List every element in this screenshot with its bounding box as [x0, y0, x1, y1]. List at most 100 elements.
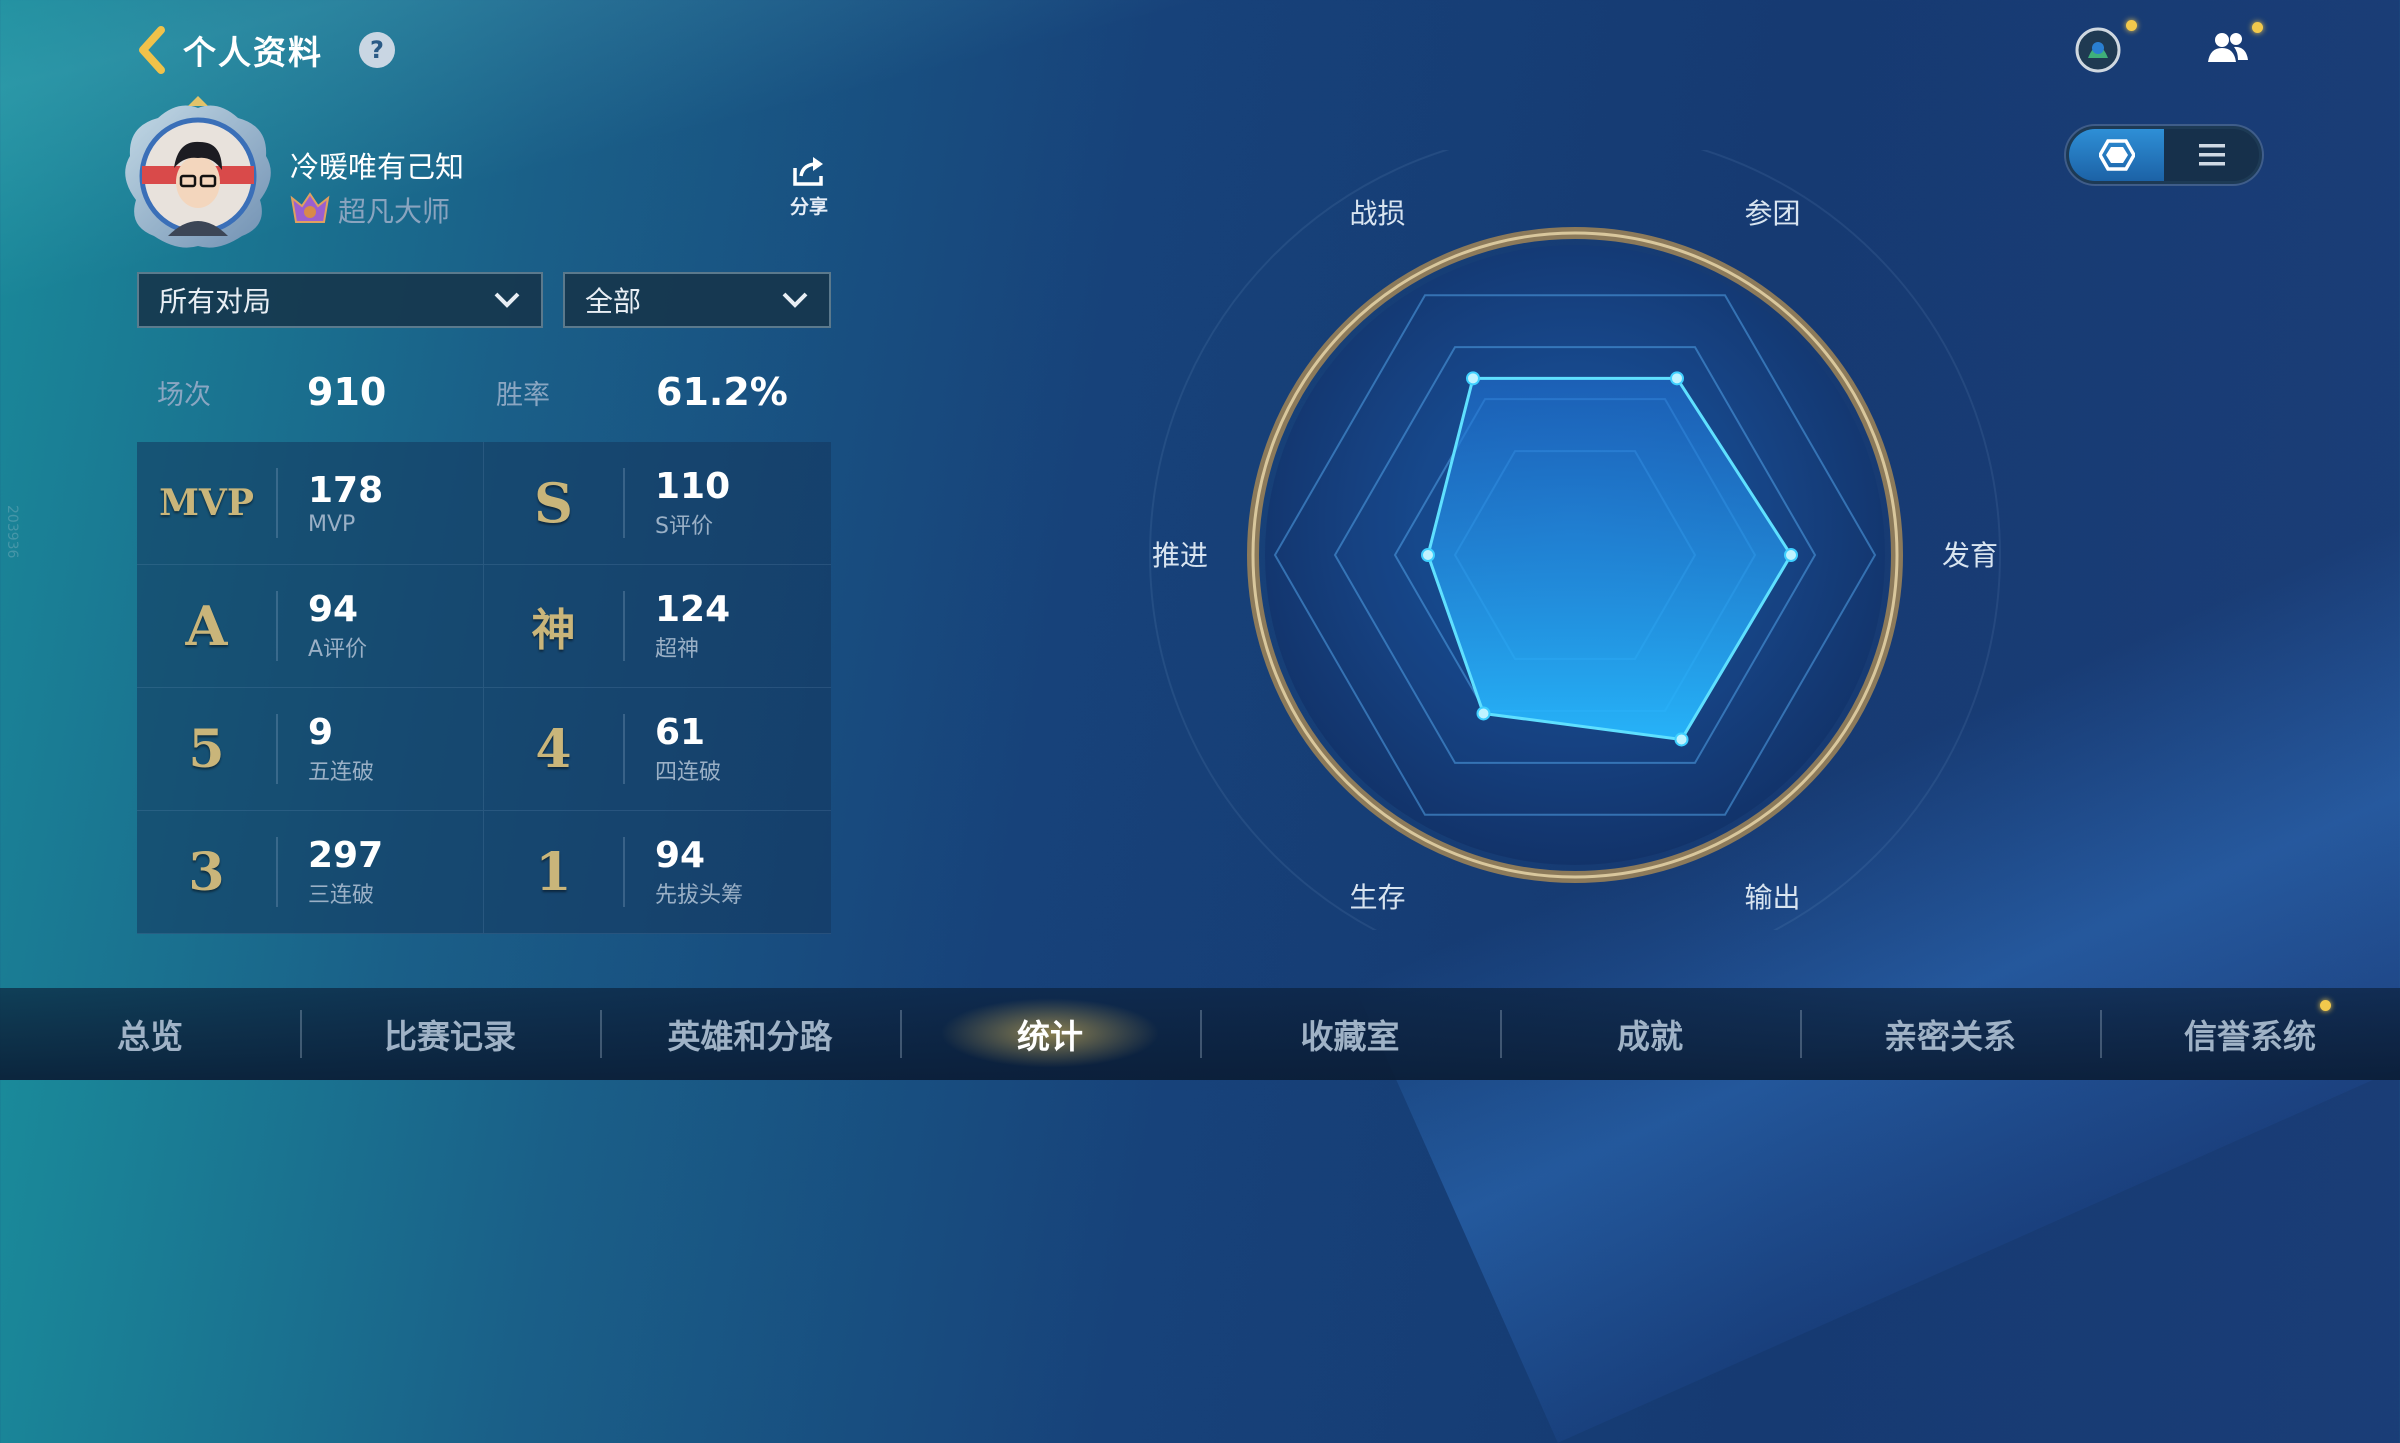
share-button[interactable]: 分享	[786, 154, 832, 219]
divider	[623, 714, 625, 784]
mvp-icon: MVP	[159, 482, 254, 524]
stat-label: 三连破	[308, 883, 375, 908]
stat-value: 9	[308, 712, 334, 753]
nav-tab-reputation[interactable]: 信誉系统	[2100, 988, 2400, 1080]
scope-dropdown[interactable]: 全部	[563, 272, 831, 328]
stat-cell-quadra-kill: 4 61 四连破	[484, 688, 831, 811]
radar-chart: 战损 参团发育输出 生存 推进	[1149, 150, 2001, 930]
stats-grid: MVP 178 MVP S 110 S评价 A 94 A评价 神 124 超神 5 9五…	[137, 442, 831, 934]
triple-kill-icon: 3	[188, 841, 225, 903]
friends-icon[interactable]	[2202, 22, 2254, 74]
notification-dot	[2126, 20, 2137, 31]
list-view-icon	[2198, 144, 2225, 166]
games-summary: 场次	[157, 364, 211, 420]
games-value: 910	[307, 370, 387, 414]
quadra-kill-icon: 4	[535, 718, 572, 780]
stat-label: 五连破	[308, 760, 375, 785]
stat-label: 超神	[655, 637, 700, 662]
winrate-summary-value: 61.2%	[656, 364, 788, 420]
rank-badge-icon	[290, 192, 330, 223]
stat-value: 61	[655, 712, 706, 753]
list-view-button[interactable]	[2164, 129, 2259, 181]
radar-point-5	[1476, 706, 1491, 721]
stat-value: 178	[308, 469, 384, 511]
chevron-down-icon	[782, 292, 808, 308]
stat-value: 110	[655, 466, 731, 507]
match-type-dropdown[interactable]: 所有对局	[137, 272, 543, 328]
divider	[276, 714, 278, 784]
radar-point-3	[1784, 548, 1798, 562]
divider	[276, 591, 278, 661]
stat-cell-first-blood: 1 94 先拔头筹	[484, 811, 831, 934]
nav-tab-relationships[interactable]: 亲密关系	[1800, 988, 2100, 1080]
radar-axis-label: 发育	[1942, 539, 1998, 572]
radar-point-1	[1466, 371, 1480, 386]
nav-tab-achievements[interactable]: 成就	[1500, 988, 1800, 1080]
stat-cell-a-rating: A 94 A评价	[137, 565, 484, 688]
radar-point-6	[1421, 548, 1435, 562]
radar-axis-label: 参团	[1744, 197, 1800, 230]
bottom-nav: 总览 比赛记录 英雄和分路 统计 收藏室 成就 亲密关系 信誉系统	[0, 988, 2400, 1080]
stat-label: 先拔头筹	[655, 883, 744, 908]
stat-cell-s-rating: S 110 S评价	[484, 442, 831, 565]
radar-point-4	[1674, 732, 1689, 747]
stat-label: 四连破	[655, 760, 722, 785]
games-summary-value: 910	[307, 364, 386, 420]
rank-text: 超凡大师	[338, 195, 451, 228]
stat-label: S评价	[655, 514, 713, 539]
radar-axis-label: 推进	[1152, 539, 1208, 572]
winrate-label: 胜率	[496, 379, 550, 411]
share-icon	[793, 157, 823, 186]
view-mode-toggle	[2066, 126, 2262, 184]
winrate-value: 61.2%	[656, 370, 788, 414]
radar-axis-label: 战损	[1349, 197, 1405, 230]
divider	[623, 837, 625, 907]
radar-axis-label: 输出	[1744, 881, 1800, 914]
stat-cell-triple-kill: 3 297 三连破	[137, 811, 484, 934]
rank-row: 超凡大师	[290, 190, 450, 230]
radar-axis-label: 生存	[1349, 881, 1405, 914]
divider	[623, 591, 625, 661]
header: 个人资料 ?	[135, 22, 395, 78]
match-type-value: 所有对局	[159, 285, 272, 318]
scope-value: 全部	[585, 285, 642, 318]
stat-label: A评价	[308, 637, 368, 662]
divider	[276, 837, 278, 907]
stat-value: 297	[308, 835, 384, 876]
s-rating-icon: S	[534, 471, 573, 535]
a-rating-icon: A	[185, 594, 228, 658]
nav-tab-match-history[interactable]: 比赛记录	[300, 988, 600, 1080]
page-title: 个人资料	[183, 33, 323, 72]
avatar[interactable]	[118, 96, 278, 250]
help-icon[interactable]: ?	[359, 32, 395, 68]
side-tag: 203936	[4, 505, 20, 559]
stat-value: 94	[308, 589, 359, 630]
divider	[276, 468, 278, 538]
radar-point-2	[1670, 371, 1684, 386]
notification-dot	[2320, 1000, 2331, 1011]
notification-dot	[2252, 22, 2263, 33]
winrate-summary: 胜率	[496, 364, 550, 420]
back-arrow-icon[interactable]	[135, 25, 169, 75]
divider	[623, 468, 625, 538]
stat-label: MVP	[308, 511, 356, 537]
penta-kill-icon: 5	[188, 718, 225, 780]
hexagon-view-icon	[2098, 139, 2135, 171]
radar-view-button[interactable]	[2069, 129, 2164, 181]
stat-cell-mvp: MVP 178 MVP	[137, 442, 484, 565]
nav-tab-collection[interactable]: 收藏室	[1200, 988, 1500, 1080]
share-label: 分享	[789, 196, 828, 218]
first-blood-icon: 1	[535, 841, 572, 903]
nav-tab-heroes-lanes[interactable]: 英雄和分路	[600, 988, 900, 1080]
player-name: 冷暖唯有己知	[290, 150, 465, 184]
nav-tab-overview[interactable]: 总览	[0, 988, 300, 1080]
games-label: 场次	[157, 379, 211, 411]
stat-value: 94	[655, 835, 706, 876]
legendary-icon: 神	[531, 605, 576, 656]
hero-avatar-icon[interactable]	[2072, 24, 2124, 76]
stat-value: 124	[655, 589, 731, 630]
nav-tab-statistics[interactable]: 统计	[900, 988, 1200, 1080]
stat-cell-legendary: 神 124 超神	[484, 565, 831, 688]
chevron-down-icon	[494, 292, 520, 308]
stat-cell-penta-kill: 5 9 五连破	[137, 688, 484, 811]
